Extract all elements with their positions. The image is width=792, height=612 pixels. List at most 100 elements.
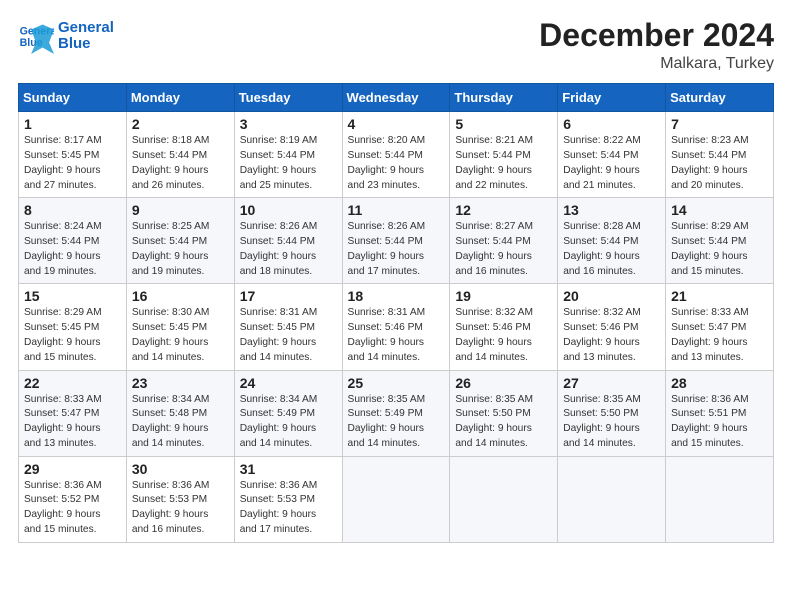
day-number: 15 <box>24 288 121 304</box>
day-header-monday: Monday <box>126 84 234 112</box>
day-info: Sunrise: 8:35 AM Sunset: 5:49 PM Dayligh… <box>348 393 445 452</box>
day-number: 16 <box>132 288 229 304</box>
day-info: Sunrise: 8:24 AM Sunset: 5:44 PM Dayligh… <box>24 220 121 279</box>
logo: General Blue General Blue <box>18 18 114 54</box>
day-info: Sunrise: 8:31 AM Sunset: 5:46 PM Dayligh… <box>348 306 445 365</box>
day-info: Sunrise: 8:28 AM Sunset: 5:44 PM Dayligh… <box>563 220 660 279</box>
day-info: Sunrise: 8:19 AM Sunset: 5:44 PM Dayligh… <box>240 134 337 193</box>
day-info: Sunrise: 8:29 AM Sunset: 5:44 PM Dayligh… <box>671 220 768 279</box>
day-number: 9 <box>132 202 229 218</box>
day-header-thursday: Thursday <box>450 84 558 112</box>
day-cell-10: 10Sunrise: 8:26 AM Sunset: 5:44 PM Dayli… <box>234 198 342 284</box>
day-info: Sunrise: 8:36 AM Sunset: 5:53 PM Dayligh… <box>240 479 337 538</box>
day-number: 22 <box>24 375 121 391</box>
week-row-5: 29 Sunrise: 8:36 AM Sunset: 5:52 PM Dayli… <box>19 456 774 542</box>
header: General Blue General Blue December 2024 … <box>18 18 774 73</box>
day-number: 6 <box>563 116 660 132</box>
day-number: 28 <box>671 375 768 391</box>
day-info: Sunrise: 8:21 AM Sunset: 5:44 PM Dayligh… <box>455 134 552 193</box>
day-cell-9: 9 Sunrise: 8:25 AM Sunset: 5:44 PM Daylig… <box>126 198 234 284</box>
logo-line2: Blue <box>58 36 114 53</box>
day-cell-30: 30Sunrise: 8:36 AM Sunset: 5:53 PM Dayli… <box>126 456 234 542</box>
day-cell-12: 12 Sunrise: 8:27 AM Sunset: 5:44 PM Dayli… <box>450 198 558 284</box>
day-info: Sunrise: 8:35 AM Sunset: 5:50 PM Dayligh… <box>563 393 660 452</box>
day-cell-13: 13 Sunrise: 8:28 AM Sunset: 5:44 PM Dayli… <box>558 198 666 284</box>
day-number: 29 <box>24 461 121 477</box>
day-cell-28: 28 Sunrise: 8:36 AM Sunset: 5:51 PM Dayli… <box>666 370 774 456</box>
day-number: 26 <box>455 375 552 391</box>
week-row-3: 15 Sunrise: 8:29 AM Sunset: 5:45 PM Dayli… <box>19 284 774 370</box>
calendar-body: 1 Sunrise: 8:17 AM Sunset: 5:45 PM Daylig… <box>19 112 774 543</box>
day-cell-14: 14 Sunrise: 8:29 AM Sunset: 5:44 PM Dayli… <box>666 198 774 284</box>
day-cell-26: 26 Sunrise: 8:35 AM Sunset: 5:50 PM Dayli… <box>450 370 558 456</box>
day-number: 30 <box>132 461 229 477</box>
day-number: 19 <box>455 288 552 304</box>
day-number: 17 <box>240 288 337 304</box>
day-cell-3: 3 Sunrise: 8:19 AM Sunset: 5:44 PM Daylig… <box>234 112 342 198</box>
day-info: Sunrise: 8:35 AM Sunset: 5:50 PM Dayligh… <box>455 393 552 452</box>
day-info: Sunrise: 8:18 AM Sunset: 5:44 PM Dayligh… <box>132 134 229 193</box>
week-row-4: 22 Sunrise: 8:33 AM Sunset: 5:47 PM Dayli… <box>19 370 774 456</box>
day-number: 1 <box>24 116 121 132</box>
day-number: 27 <box>563 375 660 391</box>
empty-cell <box>558 456 666 542</box>
day-number: 8 <box>24 202 121 218</box>
logo-icon: General Blue <box>18 18 54 54</box>
day-number: 12 <box>455 202 552 218</box>
day-cell-21: 21Sunrise: 8:33 AM Sunset: 5:47 PM Dayli… <box>666 284 774 370</box>
day-number: 4 <box>348 116 445 132</box>
day-number: 10 <box>240 202 337 218</box>
calendar-header-row: SundayMondayTuesdayWednesdayThursdayFrid… <box>19 84 774 112</box>
day-cell-24: 24Sunrise: 8:34 AM Sunset: 5:49 PM Dayli… <box>234 370 342 456</box>
day-number: 31 <box>240 461 337 477</box>
day-info: Sunrise: 8:22 AM Sunset: 5:44 PM Dayligh… <box>563 134 660 193</box>
day-info: Sunrise: 8:32 AM Sunset: 5:46 PM Dayligh… <box>563 306 660 365</box>
main-title: December 2024 <box>539 18 774 53</box>
day-cell-7: 7 Sunrise: 8:23 AM Sunset: 5:44 PM Daylig… <box>666 112 774 198</box>
day-cell-25: 25 Sunrise: 8:35 AM Sunset: 5:49 PM Dayli… <box>342 370 450 456</box>
day-cell-27: 27 Sunrise: 8:35 AM Sunset: 5:50 PM Dayli… <box>558 370 666 456</box>
logo-line1: General <box>58 20 114 37</box>
day-info: Sunrise: 8:36 AM Sunset: 5:52 PM Dayligh… <box>24 479 121 538</box>
day-info: Sunrise: 8:27 AM Sunset: 5:44 PM Dayligh… <box>455 220 552 279</box>
day-info: Sunrise: 8:25 AM Sunset: 5:44 PM Dayligh… <box>132 220 229 279</box>
day-info: Sunrise: 8:36 AM Sunset: 5:51 PM Dayligh… <box>671 393 768 452</box>
day-info: Sunrise: 8:20 AM Sunset: 5:44 PM Dayligh… <box>348 134 445 193</box>
day-number: 5 <box>455 116 552 132</box>
day-info: Sunrise: 8:33 AM Sunset: 5:47 PM Dayligh… <box>671 306 768 365</box>
day-header-wednesday: Wednesday <box>342 84 450 112</box>
day-info: Sunrise: 8:23 AM Sunset: 5:44 PM Dayligh… <box>671 134 768 193</box>
day-header-sunday: Sunday <box>19 84 127 112</box>
calendar-table: SundayMondayTuesdayWednesdayThursdayFrid… <box>18 83 774 543</box>
day-cell-6: 6 Sunrise: 8:22 AM Sunset: 5:44 PM Daylig… <box>558 112 666 198</box>
subtitle: Malkara, Turkey <box>539 55 774 73</box>
day-cell-17: 17Sunrise: 8:31 AM Sunset: 5:45 PM Dayli… <box>234 284 342 370</box>
day-info: Sunrise: 8:30 AM Sunset: 5:45 PM Dayligh… <box>132 306 229 365</box>
day-cell-18: 18 Sunrise: 8:31 AM Sunset: 5:46 PM Dayli… <box>342 284 450 370</box>
day-cell-8: 8 Sunrise: 8:24 AM Sunset: 5:44 PM Daylig… <box>19 198 127 284</box>
day-header-saturday: Saturday <box>666 84 774 112</box>
day-cell-2: 2 Sunrise: 8:18 AM Sunset: 5:44 PM Daylig… <box>126 112 234 198</box>
day-number: 14 <box>671 202 768 218</box>
page: General Blue General Blue December 2024 … <box>0 0 792 612</box>
empty-cell <box>342 456 450 542</box>
day-number: 13 <box>563 202 660 218</box>
day-info: Sunrise: 8:17 AM Sunset: 5:45 PM Dayligh… <box>24 134 121 193</box>
empty-cell <box>666 456 774 542</box>
day-cell-29: 29 Sunrise: 8:36 AM Sunset: 5:52 PM Dayli… <box>19 456 127 542</box>
day-info: Sunrise: 8:34 AM Sunset: 5:48 PM Dayligh… <box>132 393 229 452</box>
day-number: 3 <box>240 116 337 132</box>
day-number: 25 <box>348 375 445 391</box>
title-block: December 2024 Malkara, Turkey <box>539 18 774 73</box>
day-cell-1: 1 Sunrise: 8:17 AM Sunset: 5:45 PM Daylig… <box>19 112 127 198</box>
day-info: Sunrise: 8:29 AM Sunset: 5:45 PM Dayligh… <box>24 306 121 365</box>
day-number: 23 <box>132 375 229 391</box>
day-number: 7 <box>671 116 768 132</box>
day-number: 18 <box>348 288 445 304</box>
day-cell-23: 23 Sunrise: 8:34 AM Sunset: 5:48 PM Dayli… <box>126 370 234 456</box>
day-number: 2 <box>132 116 229 132</box>
day-cell-20: 20Sunrise: 8:32 AM Sunset: 5:46 PM Dayli… <box>558 284 666 370</box>
week-row-1: 1 Sunrise: 8:17 AM Sunset: 5:45 PM Daylig… <box>19 112 774 198</box>
day-info: Sunrise: 8:32 AM Sunset: 5:46 PM Dayligh… <box>455 306 552 365</box>
day-info: Sunrise: 8:33 AM Sunset: 5:47 PM Dayligh… <box>24 393 121 452</box>
